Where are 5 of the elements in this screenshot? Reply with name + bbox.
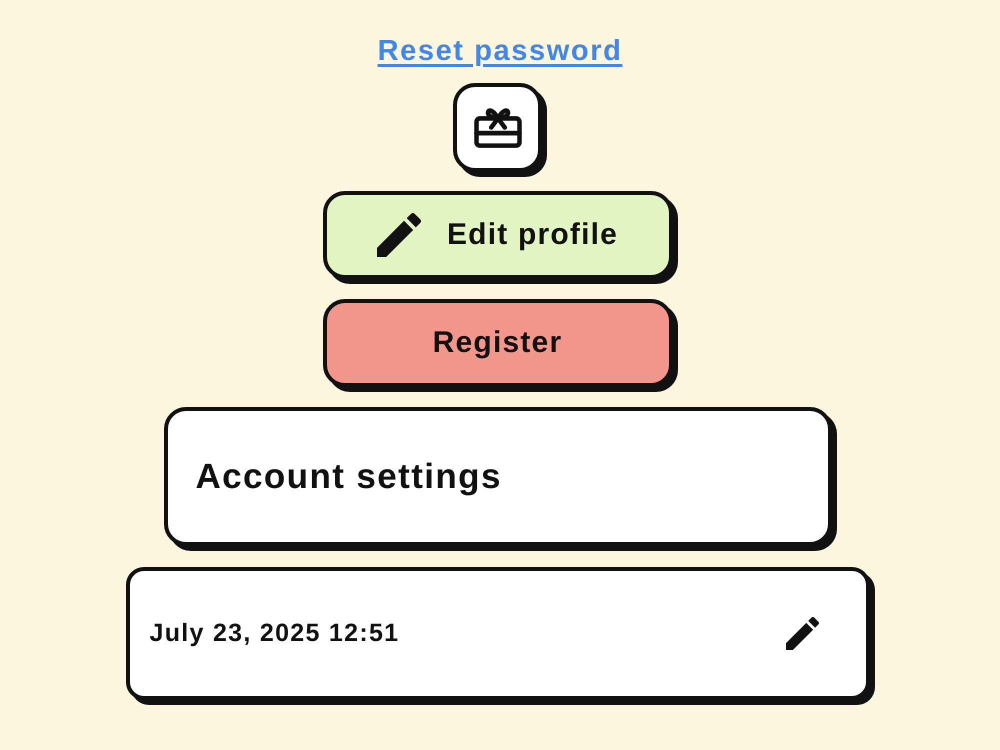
edit-icon[interactable] (786, 617, 818, 650)
card-title: Account settings (196, 456, 502, 496)
gift-card-icon (472, 106, 522, 149)
datetime-value: July 23, 2025 12:51 (150, 619, 400, 648)
pencil-icon (376, 213, 421, 257)
